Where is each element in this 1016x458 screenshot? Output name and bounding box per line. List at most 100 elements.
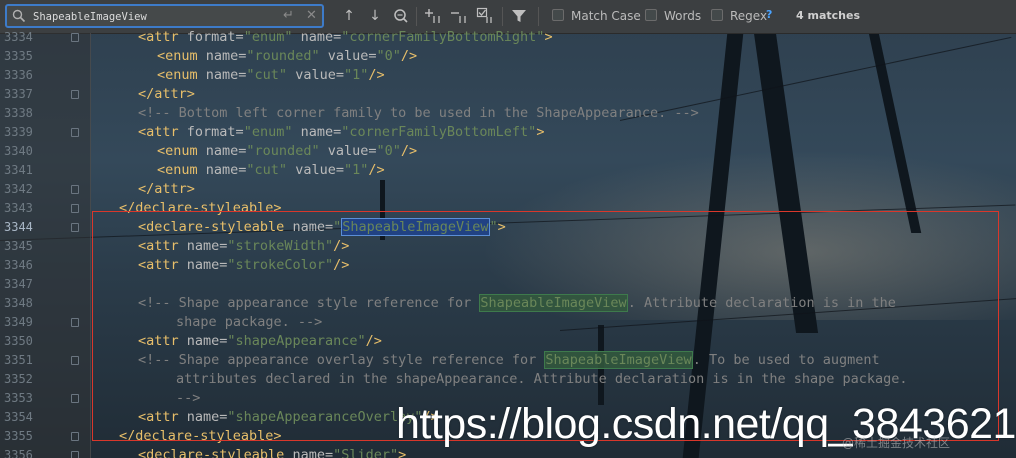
code-token: "enum" — [243, 29, 301, 45]
code-line[interactable]: 3342 </attr> — [0, 180, 1016, 199]
line-number: 3341 — [4, 163, 33, 177]
fold-marker-icon[interactable] — [71, 204, 79, 213]
line-number: 3334 — [4, 30, 33, 44]
code-token: <!-- Bottom left corner family to be use… — [138, 105, 699, 121]
code-line[interactable]: 3348 <!-- Shape appearance style referenc… — [0, 294, 1016, 313]
code-token: <declare-styleable — [138, 447, 293, 458]
fold-marker-icon[interactable] — [71, 432, 79, 441]
code-text: </declare-styleable> — [119, 199, 282, 218]
search-input[interactable] — [33, 9, 273, 24]
code-token: </attr> — [138, 86, 195, 102]
regex-label[interactable]: Regex — [730, 9, 767, 24]
code-token: > — [497, 219, 506, 235]
code-text: <!-- Shape appearance style reference fo… — [138, 294, 896, 313]
line-number: 3350 — [4, 334, 33, 348]
code-token: format= — [186, 29, 244, 45]
line-number: 3352 — [4, 372, 33, 386]
line-number: 3349 — [4, 315, 33, 329]
fold-marker-icon[interactable] — [71, 185, 79, 194]
code-text: shape package. --> — [176, 313, 322, 332]
code-token: name= — [186, 257, 228, 273]
code-token: name= — [186, 409, 228, 425]
code-token: <attr — [138, 409, 187, 425]
line-number: 3347 — [4, 277, 33, 291]
match-count: 4 matches — [796, 9, 860, 22]
code-token: "1" — [343, 162, 369, 178]
toolbar-separator — [502, 7, 503, 26]
fold-marker-icon[interactable] — [71, 33, 79, 42]
line-number: 3353 — [4, 391, 33, 405]
code-line[interactable]: 3335 <enum name="rounded" value="0"/> — [0, 47, 1016, 66]
code-token: </attr> — [138, 181, 195, 197]
code-line[interactable]: 3337 </attr> — [0, 85, 1016, 104]
code-line[interactable]: 3334 <attr format="enum" name="cornerFami… — [0, 28, 1016, 47]
add-occurrence-icon[interactable] — [424, 7, 442, 25]
code-token: <enum — [157, 67, 206, 83]
code-line[interactable]: 3340 <enum name="rounded" value="0"/> — [0, 142, 1016, 161]
code-editor[interactable]: 3334 <attr format="enum" name="cornerFami… — [0, 29, 1016, 458]
code-text: --> — [176, 389, 200, 408]
words-checkbox[interactable] — [645, 9, 657, 21]
code-text: <attr name="strokeWidth"/> — [138, 237, 349, 256]
code-token: name= — [300, 29, 342, 45]
fold-marker-icon[interactable] — [71, 128, 79, 137]
code-line[interactable]: 3350 <attr name="shapeAppearance"/> — [0, 332, 1016, 351]
fold-marker-icon[interactable] — [71, 451, 79, 458]
code-token: "strokeWidth" — [227, 238, 334, 254]
code-token: <attr — [138, 238, 187, 254]
arrow-down-icon[interactable]: ↓ — [366, 7, 384, 25]
code-line[interactable]: 3339 <attr format="enum" name="cornerFami… — [0, 123, 1016, 142]
clear-icon[interactable]: ✕ — [306, 8, 320, 24]
line-number: 3335 — [4, 49, 33, 63]
search-field[interactable]: ↵ ✕ — [5, 4, 324, 28]
remove-occurrence-icon[interactable] — [450, 7, 468, 25]
code-line[interactable]: 3347 — [0, 275, 1016, 294]
code-token: "0" — [376, 48, 401, 64]
code-token: " — [489, 219, 498, 235]
code-line[interactable]: 3336 <enum name="cut" value="1"/> — [0, 66, 1016, 85]
code-line[interactable]: 3338 <!-- Bottom left corner family to be… — [0, 104, 1016, 123]
code-line[interactable]: 3352 attributes declared in the shapeAppe… — [0, 370, 1016, 389]
code-token: name= — [292, 447, 334, 458]
regex-help-icon[interactable]: ? — [766, 8, 772, 21]
code-token: . To be used to augment — [692, 352, 880, 368]
code-token: name= — [205, 67, 247, 83]
find-usages-icon[interactable] — [392, 7, 410, 25]
code-token: /> — [365, 333, 382, 349]
code-text: <enum name="cut" value="1"/> — [157, 161, 385, 180]
code-line[interactable]: 3349 shape package. --> — [0, 313, 1016, 332]
fold-marker-icon[interactable] — [71, 394, 79, 403]
regex-checkbox[interactable] — [711, 9, 723, 21]
line-number: 3348 — [4, 296, 33, 310]
code-token: shape package. --> — [176, 314, 323, 330]
match-case-label[interactable]: Match Case — [571, 9, 641, 24]
code-token: "shapeAppearance" — [227, 333, 366, 349]
code-text: </declare-styleable> — [119, 427, 282, 446]
code-line[interactable]: 3341 <enum name="cut" value="1"/> — [0, 161, 1016, 180]
code-line[interactable]: 3345 <attr name="strokeWidth"/> — [0, 237, 1016, 256]
code-text: <attr name="shapeAppearance"/> — [138, 332, 382, 351]
line-number: 3340 — [4, 144, 33, 158]
code-line[interactable]: 3351 <!-- Shape appearance overlay style … — [0, 351, 1016, 370]
fold-marker-icon[interactable] — [71, 90, 79, 99]
code-token: name= — [186, 333, 228, 349]
code-text: attributes declared in the shapeAppearan… — [176, 370, 908, 389]
fold-marker-icon[interactable] — [71, 318, 79, 327]
line-number: 3355 — [4, 429, 33, 443]
fold-marker-icon[interactable] — [71, 223, 79, 232]
line-number: 3354 — [4, 410, 33, 424]
filter-icon[interactable] — [510, 7, 528, 25]
match-case-checkbox[interactable] — [552, 9, 564, 21]
search-icon[interactable] — [12, 9, 26, 23]
code-line[interactable]: 3343 </declare-styleable> — [0, 199, 1016, 218]
words-label[interactable]: Words — [664, 9, 701, 24]
code-token: <attr — [138, 257, 187, 273]
code-line[interactable]: 3346 <attr name="strokeColor"/> — [0, 256, 1016, 275]
newline-icon[interactable]: ↵ — [283, 9, 299, 23]
arrow-up-icon[interactable]: ↑ — [340, 7, 358, 25]
select-all-occurrences-icon[interactable] — [476, 7, 494, 25]
code-token: attributes declared in the shapeAppearan… — [176, 371, 908, 387]
code-token: name= — [205, 48, 247, 64]
code-line[interactable]: 3344 <declare-styleable name="ShapeableIm… — [0, 218, 1016, 237]
fold-marker-icon[interactable] — [71, 356, 79, 365]
